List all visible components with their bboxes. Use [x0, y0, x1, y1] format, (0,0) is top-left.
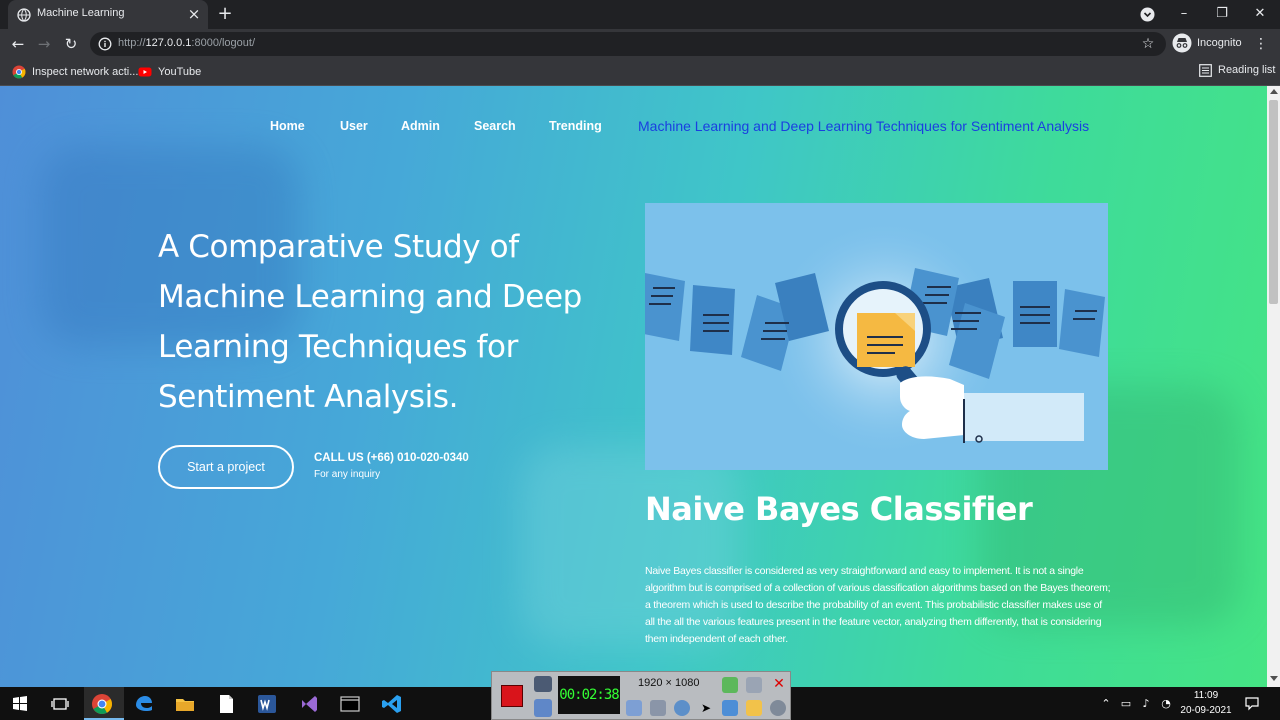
notification-icon[interactable]: [1244, 695, 1260, 711]
maximize-icon[interactable]: ❐: [1212, 5, 1232, 23]
youtube-icon: [138, 67, 152, 77]
minimize-recorder-icon[interactable]: [746, 677, 762, 693]
bookmark-star-icon[interactable]: ☆: [1139, 35, 1157, 53]
camera-icon[interactable]: [534, 676, 552, 692]
folder-icon[interactable]: [746, 700, 762, 716]
speaker-icon[interactable]: [626, 700, 642, 716]
reading-list-icon[interactable]: [1199, 64, 1212, 77]
nav-trending[interactable]: Trending: [549, 119, 602, 133]
pen-icon[interactable]: [722, 700, 738, 716]
tab-machine-learning[interactable]: Machine Learning ×: [8, 0, 208, 29]
site-brand-link[interactable]: Machine Learning and Deep Learning Techn…: [638, 118, 1089, 134]
tray-expand-icon[interactable]: ⌃: [1099, 697, 1113, 711]
window-close-icon[interactable]: ✕: [1250, 5, 1270, 23]
incognito-label: Incognito: [1197, 37, 1242, 49]
nav-admin[interactable]: Admin: [401, 119, 440, 133]
settings-gear-icon[interactable]: [770, 700, 786, 716]
call-us-text: CALL US (+66) 010-020-0340: [314, 452, 469, 464]
nav-user[interactable]: User: [340, 119, 368, 133]
inquiry-text: For any inquiry: [314, 469, 381, 480]
forward-icon[interactable]: →: [35, 35, 53, 53]
bookmark-youtube[interactable]: YouTube: [138, 64, 208, 80]
record-stop-button[interactable]: [501, 685, 523, 707]
page-scrollbar[interactable]: [1267, 86, 1280, 687]
scroll-up-icon[interactable]: [1270, 89, 1278, 94]
bookmark-label: YouTube: [158, 66, 202, 78]
close-recorder-icon[interactable]: ✕: [772, 677, 786, 691]
bookmark-inspect-network[interactable]: Inspect network acti...: [12, 64, 138, 80]
hero-title: A Comparative Study of Machine Learning …: [158, 229, 582, 415]
recording-resolution: 1920 × 1080: [638, 677, 700, 689]
scroll-down-icon[interactable]: [1270, 676, 1278, 681]
nav-home[interactable]: Home: [270, 119, 305, 133]
tray-time[interactable]: 11:09: [1180, 690, 1232, 701]
chrome-icon: [12, 65, 26, 79]
back-icon[interactable]: ←: [9, 35, 27, 53]
volume-icon[interactable]: ♪: [1139, 697, 1153, 711]
screen-recorder-widget: 00:02:38 1920 × 1080 ✕ ➤: [491, 671, 791, 720]
address-bar[interactable]: http://127.0.0.1:8000/logout/ ☆: [90, 32, 1166, 56]
document-search-illustration: [645, 203, 1108, 470]
notepad-icon[interactable]: [214, 692, 238, 716]
url-path: :8000/logout/: [191, 37, 256, 49]
scroll-thumb[interactable]: [1269, 100, 1278, 304]
nav-search[interactable]: Search: [474, 119, 516, 133]
microphone-icon[interactable]: [650, 700, 666, 716]
new-tab-icon[interactable]: +: [216, 5, 234, 24]
fullscreen-icon[interactable]: [722, 677, 738, 693]
bookmark-label: Inspect network acti...: [32, 66, 139, 78]
section-title: Naive Bayes Classifier: [645, 490, 1033, 528]
word-icon[interactable]: [255, 692, 279, 716]
wifi-icon[interactable]: ◔: [1159, 697, 1173, 711]
tab-search-icon[interactable]: [1140, 7, 1155, 22]
info-icon[interactable]: [98, 37, 112, 51]
url-host: 127.0.0.1: [145, 37, 192, 49]
section-body-text: Naive Bayes classifier is considered as …: [645, 565, 1111, 645]
tab-title: Machine Learning: [37, 7, 125, 19]
reading-list-label[interactable]: Reading list: [1218, 64, 1275, 76]
task-view-icon[interactable]: [48, 692, 72, 716]
vscode-icon[interactable]: [380, 692, 404, 716]
webcam-icon[interactable]: [674, 700, 690, 716]
reload-icon[interactable]: ↻: [62, 35, 80, 53]
document-search-graphic: [645, 203, 1108, 470]
tab-strip: Machine Learning × + – ❐ ✕: [0, 0, 1280, 29]
page-viewport: Home User Admin Search Trending Machine …: [0, 86, 1267, 687]
start-project-button[interactable]: Start a project: [158, 445, 294, 489]
pause-button[interactable]: [534, 699, 552, 717]
globe-icon: [17, 8, 31, 22]
incognito-icon[interactable]: [1172, 33, 1192, 53]
url-scheme: http://: [118, 37, 146, 49]
chrome-taskbar-icon[interactable]: [90, 692, 114, 716]
file-explorer-icon[interactable]: [173, 692, 197, 716]
kebab-menu-icon[interactable]: ⋮: [1254, 35, 1268, 53]
close-tab-icon[interactable]: ×: [186, 6, 202, 22]
cursor-icon[interactable]: ➤: [698, 700, 714, 716]
battery-icon[interactable]: ▭: [1119, 697, 1133, 711]
bookmarks-bar: Inspect network acti... YouTube: [0, 58, 1280, 86]
minimize-icon[interactable]: –: [1174, 5, 1194, 23]
edge-taskbar-icon[interactable]: [132, 692, 156, 716]
url-text[interactable]: http://127.0.0.1:8000/logout/: [118, 37, 255, 49]
browser-toolbar: ← → ↻ http://127.0.0.1:8000/logout/ ☆ In…: [0, 29, 1280, 58]
windows-start-icon[interactable]: [8, 692, 32, 716]
terminal-icon[interactable]: [338, 692, 362, 716]
recording-timer: 00:02:38: [558, 676, 620, 714]
visual-studio-icon[interactable]: [297, 692, 321, 716]
tray-date[interactable]: 20-09-2021: [1180, 705, 1232, 716]
